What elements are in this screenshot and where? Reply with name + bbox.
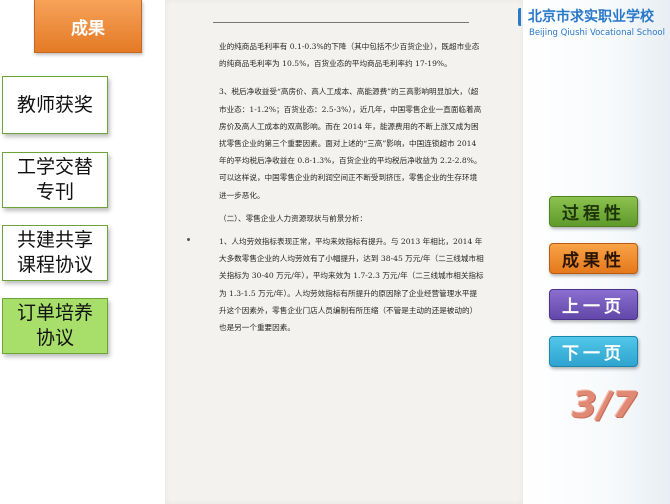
nav-work-study-journal-button[interactable]: 工学交替 专刊 [2, 152, 108, 208]
nav-teacher-awards-button[interactable]: 教师获奖 [2, 76, 108, 134]
school-name-cn: 北京市求实职业学校 [528, 9, 654, 25]
nav-order-training-agreement-button[interactable]: 订单培养 协议 [2, 298, 108, 354]
doc-paragraph: 业的纯商品毛利率有 0.1-0.3%的下降（其中包括不少百货企业），既超市业态的… [219, 42, 480, 69]
doc-subheading: （二）、零售企业人力资源现状与前景分析： [219, 213, 368, 223]
prev-page-button[interactable]: 上一页 [549, 289, 638, 320]
doc-paragraph: 3、税后净收益受“高房价、高人工成本、高能源费”的三高影响明显加大，（超市业态：… [219, 87, 482, 200]
nav-shared-course-agreement-button[interactable]: 共建共享 课程协议 [2, 225, 108, 281]
doc-paragraph: 1、人均劳效指标表现正常，平均来效指标有提升。与 2013 年相比，2014 年… [219, 237, 484, 333]
tab-title-results[interactable]: 成果 [34, 0, 142, 53]
process-button[interactable]: 过程性 [549, 196, 638, 227]
document-text: 业的纯商品毛利率有 0.1-0.3%的下降（其中包括不少百货企业），既超市业态的… [219, 38, 484, 336]
results-button[interactable]: 成果性 [549, 243, 638, 274]
document-page-image: 业的纯商品毛利率有 0.1-0.3%的下降（其中包括不少百货企业），既超市业态的… [165, 0, 523, 504]
school-name-en: Beijing Qiushi Vocational School [529, 28, 665, 38]
next-page-button[interactable]: 下一页 [549, 336, 638, 367]
page-indicator: 3/7 [572, 385, 639, 426]
document-header-rule [213, 22, 469, 23]
margin-dot [187, 238, 190, 241]
